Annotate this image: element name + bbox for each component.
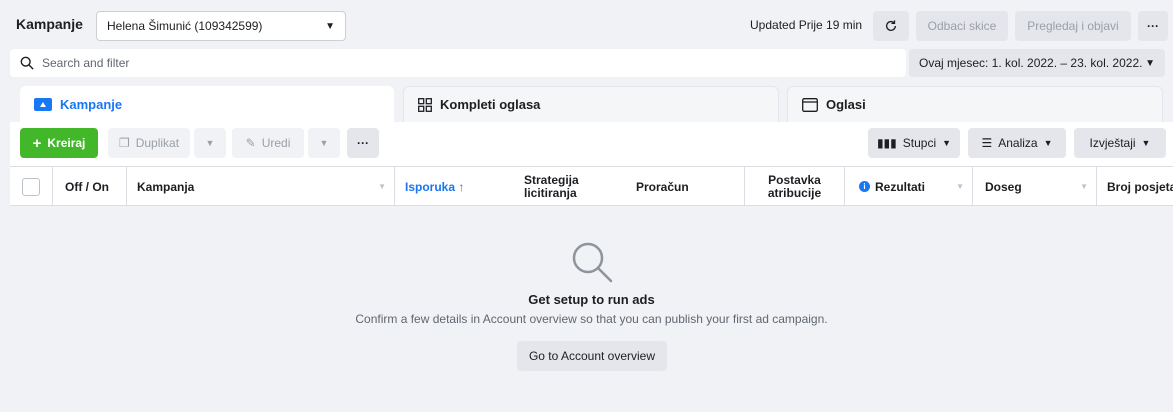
reports-label: Izvještaji — [1089, 136, 1136, 150]
breakdown-label: Analiza — [998, 136, 1038, 150]
search-icon — [20, 56, 34, 70]
refresh-button[interactable] — [873, 11, 909, 41]
column-header-reach[interactable]: Doseg ▼ — [972, 167, 1096, 206]
pencil-icon: ✎ — [245, 136, 256, 150]
columns-button[interactable]: ▮▮▮ Stupci ▼ — [868, 128, 960, 158]
select-all-cell[interactable] — [22, 167, 46, 206]
review-publish-button[interactable]: Pregledaj i objavi — [1015, 11, 1131, 41]
caret-down-icon: ▼ — [942, 138, 952, 148]
edit-button[interactable]: ✎ Uredi — [232, 128, 304, 158]
magnifier-icon — [572, 242, 613, 283]
ad-window-icon — [802, 97, 818, 112]
create-label: Kreiraj — [47, 136, 86, 150]
column-label: Rezultati — [875, 179, 926, 194]
column-label: Postavka — [768, 172, 821, 187]
column-header-campaign[interactable]: Kampanja ▼ — [126, 167, 394, 206]
edit-dropdown-button[interactable]: ▼ — [308, 128, 340, 158]
columns-icon: ▮▮▮ — [876, 136, 897, 150]
sort-caret-icon: ▼ — [1080, 182, 1088, 191]
column-label: Off / On — [65, 179, 109, 194]
search-filter-box[interactable] — [10, 49, 906, 77]
account-name: Helena Šimunić (109342599) — [107, 19, 263, 33]
sort-caret-icon: ▼ — [956, 182, 964, 191]
caret-down-icon: ▼ — [1145, 57, 1155, 69]
empty-state-title: Get setup to run ads — [528, 292, 655, 307]
select-all-checkbox[interactable] — [22, 177, 40, 196]
updated-status: Updated Prije 19 min — [750, 18, 863, 32]
empty-state-subtitle: Confirm a few details in Account overvie… — [355, 312, 828, 326]
grid-icon — [418, 97, 432, 112]
breakdown-icon: ☰ — [981, 136, 993, 150]
duplicate-icon: ❐ — [118, 136, 130, 150]
create-button[interactable]: + Kreiraj — [20, 128, 98, 158]
info-icon: i — [859, 181, 870, 192]
columns-label: Stupci — [902, 136, 937, 150]
column-label: licitiranja — [524, 185, 577, 200]
column-header-results[interactable]: i Rezultati ▼ — [844, 167, 972, 206]
column-header-attribution[interactable]: Postavka atribucije — [744, 167, 844, 206]
campaigns-panel: + Kreiraj ❐ Duplikat ▼ ✎ Uredi ▼ ··· ▮▮▮… — [10, 122, 1173, 412]
date-range-label: Ovaj mjesec: 1. kol. 2022. – 23. kol. 20… — [919, 56, 1143, 70]
more-options-button[interactable]: ··· — [1138, 11, 1168, 41]
column-header-delivery[interactable]: Isporuka ↑ — [394, 167, 508, 206]
column-label: Proračun — [636, 179, 689, 194]
tab-label: Oglasi — [826, 97, 866, 112]
column-label: Strategija — [524, 172, 579, 187]
reports-button[interactable]: Izvještaji ▼ — [1074, 128, 1166, 158]
table-header: Off / On Kampanja ▼ Isporuka ↑ Strategij… — [10, 166, 1173, 206]
tab-label: Kompleti oglasa — [440, 97, 541, 112]
tab-ad-sets[interactable]: Kompleti oglasa — [403, 86, 779, 122]
tab-ads[interactable]: Oglasi — [787, 86, 1163, 122]
breakdown-button[interactable]: ☰ Analiza ▼ — [968, 128, 1066, 158]
caret-down-icon: ▼ — [1141, 138, 1151, 148]
column-header-budget[interactable]: Proračun — [624, 167, 744, 206]
column-header-visits[interactable]: Broj posjeta — [1096, 167, 1173, 206]
caret-down-icon: ▼ — [319, 138, 329, 148]
column-label: Broj posjeta — [1107, 179, 1173, 194]
column-label: Doseg — [985, 179, 1022, 194]
go-to-account-overview-button[interactable]: Go to Account overview — [517, 341, 667, 371]
account-selector[interactable]: Helena Šimunić (109342599) ▼ — [96, 11, 346, 41]
caret-down-icon: ▼ — [205, 138, 215, 148]
refresh-icon — [885, 20, 897, 31]
discard-drafts-button[interactable]: Odbaci skice — [916, 11, 1008, 41]
plus-icon: + — [32, 134, 42, 152]
caret-down-icon: ▼ — [325, 20, 335, 32]
edit-label: Uredi — [261, 136, 291, 150]
toolbar-more-button[interactable]: ··· — [347, 128, 379, 158]
duplicate-dropdown-button[interactable]: ▼ — [194, 128, 226, 158]
tab-label: Kampanje — [60, 96, 123, 112]
tab-campaigns[interactable]: Kampanje — [20, 86, 394, 122]
column-header-bid-strategy[interactable]: Strategija licitiranja — [508, 167, 624, 206]
caret-down-icon: ▼ — [1043, 138, 1053, 148]
search-input[interactable] — [42, 56, 842, 70]
column-header-toggle[interactable]: Off / On — [52, 167, 128, 206]
column-label: atribucije — [767, 185, 822, 200]
column-label: Kampanja — [137, 179, 195, 194]
folder-icon — [34, 97, 52, 111]
sort-caret-icon: ▼ — [378, 182, 386, 191]
column-label: Isporuka ↑ — [405, 179, 465, 194]
duplicate-label: Duplikat — [135, 136, 180, 150]
duplicate-button[interactable]: ❐ Duplikat — [108, 128, 190, 158]
empty-state — [10, 206, 1173, 412]
date-range-selector[interactable]: Ovaj mjesec: 1. kol. 2022. – 23. kol. 20… — [909, 49, 1165, 77]
page-title: Kampanje — [16, 16, 83, 32]
